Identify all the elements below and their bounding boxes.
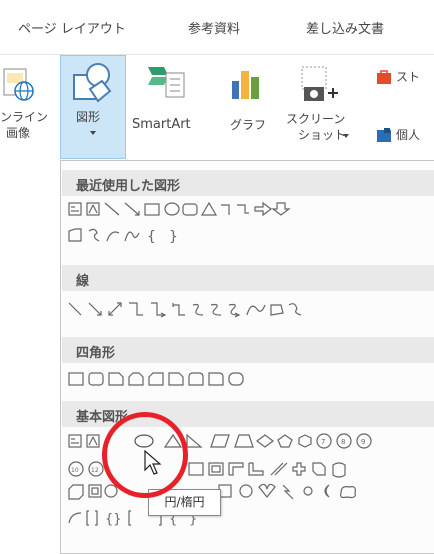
svg-text:{}: {}: [105, 512, 122, 527]
screenshot-label: スクリーン: [286, 112, 346, 126]
svg-text:{: {: [147, 229, 156, 245]
svg-text:12: 12: [91, 467, 99, 474]
mouse-cursor-icon: [144, 450, 162, 475]
category-recent: 最近使用した図形: [62, 170, 434, 196]
store-icon[interactable]: [376, 69, 392, 85]
chevron-down-icon: [343, 134, 349, 138]
line-shapes[interactable]: [61, 297, 434, 337]
tab-references[interactable]: 参考資料: [188, 18, 240, 37]
category-lines-label: 線: [76, 274, 90, 289]
smartart-icon[interactable]: [146, 61, 186, 101]
shapes-gallery: 最近使用した図形 { } 線 四角形 基本図形 7 8 9 10 12 {} {…: [60, 160, 434, 554]
online-picture-icon[interactable]: [0, 63, 36, 103]
smartart-label: SmartArt: [132, 117, 191, 132]
category-lines: 線: [62, 265, 434, 291]
online-picture-label: ンライン: [0, 110, 49, 124]
chevron-down-icon: [90, 131, 96, 135]
svg-text:7: 7: [321, 438, 325, 446]
online-picture-label-2: 画像: [6, 126, 31, 140]
recent-shapes[interactable]: { }: [61, 201, 434, 261]
category-rectangles-label: 四角形: [76, 346, 116, 361]
tab-mailings[interactable]: 差し込み文書: [306, 18, 384, 37]
word-insert-ribbon: ページ レイアウト 参考資料 差し込み文書 ンライン 画像 図形 SmartAr…: [0, 0, 434, 554]
rectangle-shapes[interactable]: [61, 369, 434, 399]
shapes-icon: [73, 63, 112, 103]
screenshot-label-2: ショット: [298, 128, 347, 142]
store-label[interactable]: スト: [396, 69, 420, 85]
svg-text:8: 8: [341, 438, 345, 446]
svg-text:10: 10: [71, 467, 79, 474]
svg-text:9: 9: [361, 438, 365, 446]
chart-label: グラフ: [230, 118, 267, 132]
svg-text:}: }: [169, 229, 178, 245]
category-rectangles: 四角形: [62, 337, 434, 363]
personal-apps-label[interactable]: 個人: [396, 127, 420, 143]
tab-page-layout[interactable]: ページ レイアウト: [18, 18, 126, 37]
shapes-label: 図形: [76, 110, 101, 124]
chart-icon[interactable]: [228, 63, 264, 103]
ribbon-tabs: ページ レイアウト 参考資料 差し込み文書: [0, 0, 434, 54]
personal-apps-icon[interactable]: [376, 127, 392, 143]
ribbon-illustrations-group: ンライン 画像 図形 SmartArt グラフ スクリーン ショット スト 個人: [0, 54, 434, 160]
screenshot-icon[interactable]: [298, 63, 340, 107]
category-recent-label: 最近使用した図形: [76, 179, 181, 194]
